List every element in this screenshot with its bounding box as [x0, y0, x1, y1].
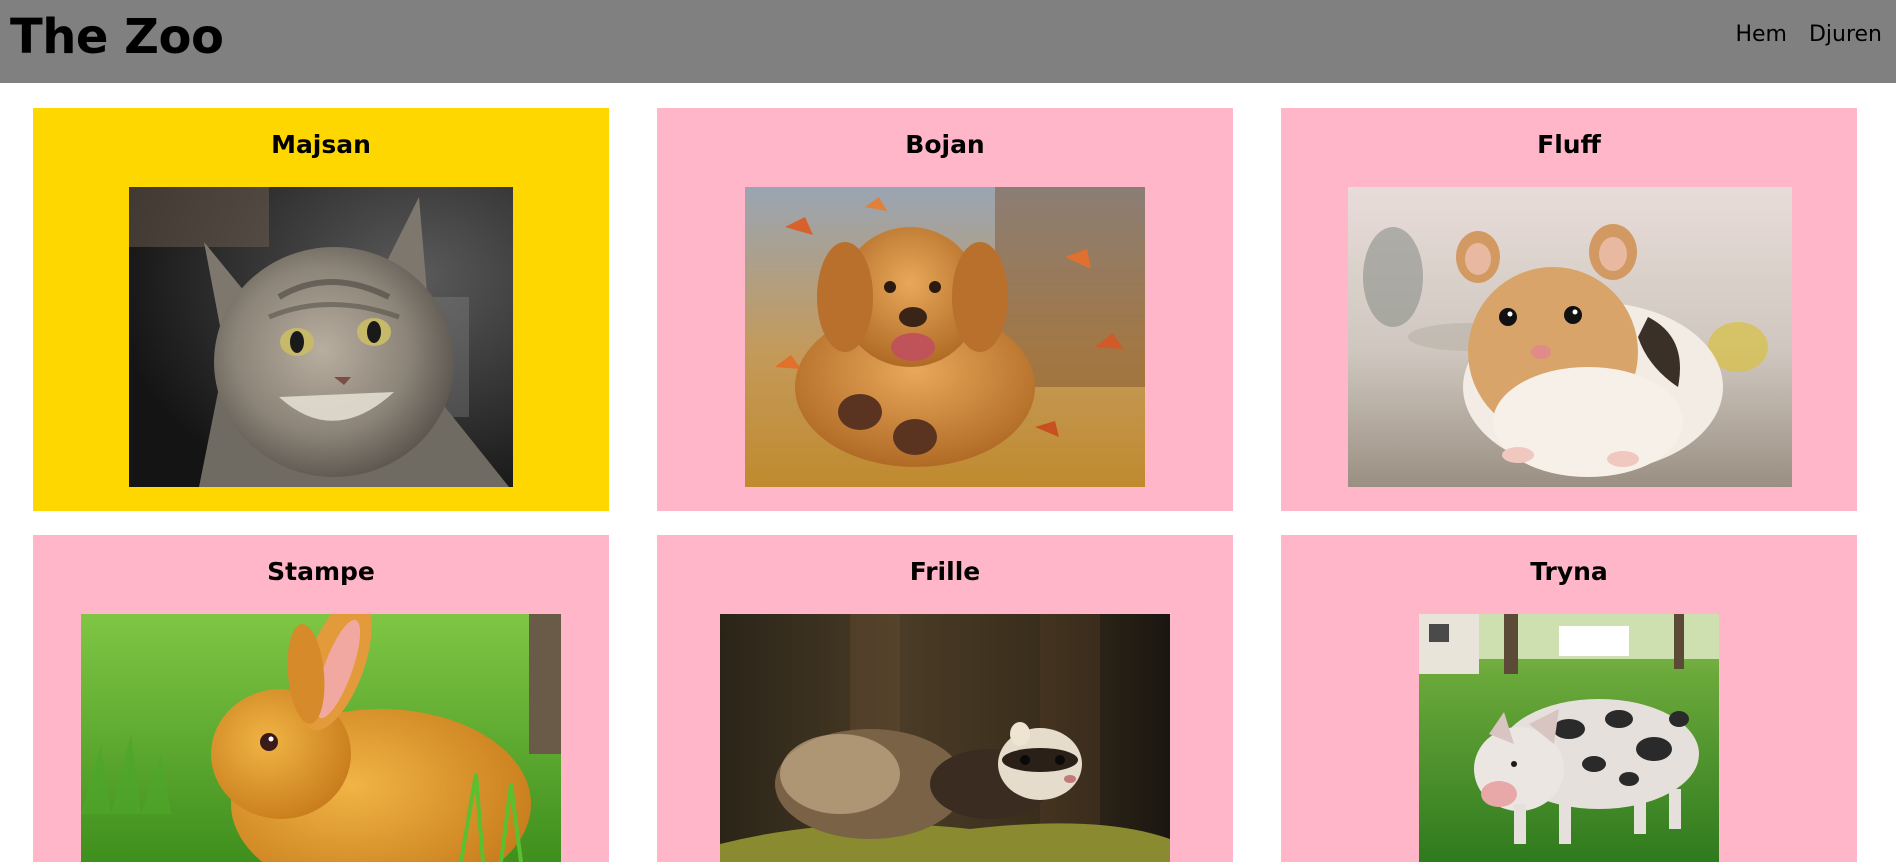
animal-card-fluff[interactable]: Fluff [1281, 108, 1857, 511]
tabby-cat-photo [129, 187, 513, 487]
animal-name: Stampe [267, 557, 375, 586]
animal-name: Frille [909, 557, 981, 586]
animal-card-frille[interactable]: Frille [657, 535, 1233, 862]
animal-name: Tryna [1530, 557, 1608, 586]
animal-card-stampe[interactable]: Stampe [33, 535, 609, 862]
ferret-photo [720, 614, 1170, 862]
animal-card-bojan[interactable]: Bojan [657, 108, 1233, 511]
animal-name: Fluff [1537, 130, 1601, 159]
animal-name: Bojan [905, 130, 985, 159]
animal-name: Majsan [271, 130, 371, 159]
spotted-pig-photo [1419, 614, 1719, 862]
golden-retriever-photo [745, 187, 1145, 487]
orange-rabbit-photo [81, 614, 561, 862]
animal-card-majsan[interactable]: Majsan [33, 108, 609, 511]
hamster-photo [1348, 187, 1792, 487]
animal-card-tryna[interactable]: Tryna [1281, 535, 1857, 862]
animal-grid: Majsan Bojan Fluff Stampe Frille Tryna [0, 0, 1896, 862]
